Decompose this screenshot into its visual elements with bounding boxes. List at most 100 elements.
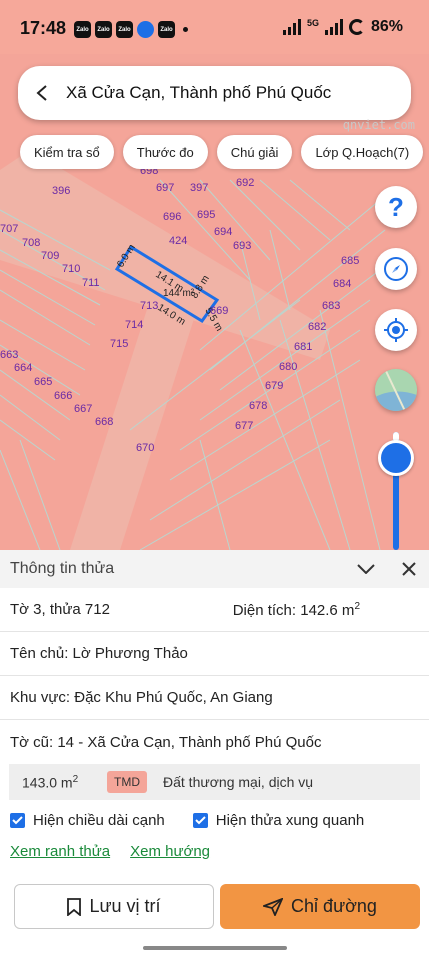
check-certificate-chip[interactable]: Kiểm tra sổ — [20, 135, 114, 169]
old-sheet-row: Tờ cũ: 14 - Xã Cửa Cạn, Thành phố Phú Qu… — [0, 720, 429, 764]
parcel-number: 397 — [190, 182, 208, 194]
location-title: Xã Cửa Cạn, Thành phố Phú Quốc — [66, 83, 332, 102]
legend-chip[interactable]: Chú giải — [216, 135, 293, 169]
parcel-number: 682 — [308, 321, 326, 333]
parcel-number: 696 — [163, 211, 181, 223]
status-time: 17:48 — [20, 18, 67, 38]
map-tool-chips: Kiểm tra sổ Thước đo Chú giải Lớp Q.Hoạc… — [20, 135, 424, 169]
parcel-number: 670 — [136, 442, 154, 454]
parcel-number: 714 — [125, 319, 143, 331]
directions-label: Chỉ đường — [291, 896, 377, 916]
chevron-down-icon — [357, 564, 375, 574]
parcel-number: 677 — [235, 420, 253, 432]
parcel-number: 713 — [140, 300, 158, 312]
battery-level: 86% — [370, 18, 403, 35]
zalo-icon: Zalo — [116, 21, 133, 38]
sheet-plot-row: Tờ 3, thửa 712 Diện tích: 142.6 m2 — [0, 588, 429, 632]
bookmark-icon — [67, 897, 82, 916]
parcel-number: 667 — [74, 403, 92, 415]
action-buttons: Lưu vị trí Chỉ đường — [14, 884, 420, 929]
parcel-number: 697 — [156, 182, 174, 194]
map-road-2 — [70, 300, 200, 550]
watermark: qnviet.com — [342, 118, 415, 132]
parcel-number: 665 — [34, 376, 52, 388]
land-use-area: 143.0 m2 — [22, 773, 79, 791]
show-edge-length-label[interactable]: Hiện chiều dài cạnh — [33, 812, 165, 829]
show-surrounding-checkbox[interactable] — [192, 813, 208, 828]
collapse-button[interactable] — [355, 558, 377, 580]
my-location-button[interactable] — [375, 309, 417, 351]
sheet-plot: Tờ 3, thửa 712 — [10, 601, 110, 618]
parcel-number: 711 — [82, 277, 100, 289]
parcel-number: 709 — [41, 250, 59, 262]
parcel-number: 710 — [62, 263, 80, 275]
parcel-number: 663 — [0, 349, 18, 361]
planning-layer-chip[interactable]: Lớp Q.Hoạch(7) — [301, 135, 424, 169]
map-layer-button[interactable] — [375, 369, 417, 411]
panel-links: Xem ranh thửa Xem hướng — [0, 829, 429, 860]
old-sheet: Tờ cũ: 14 - Xã Cửa Cạn, Thành phố Phú Qu… — [10, 733, 322, 751]
parcel-number: 669 — [210, 305, 228, 317]
parcel-number: 715 — [110, 338, 128, 350]
parcel-number: 694 — [214, 226, 232, 238]
help-button[interactable]: ? — [375, 186, 417, 228]
parcel-number: 679 — [265, 380, 283, 392]
check-icon — [12, 816, 23, 825]
location-target-icon — [384, 318, 408, 342]
help-icon: ? — [388, 191, 404, 222]
parcel-number: 695 — [197, 209, 215, 221]
messenger-icon — [137, 21, 154, 38]
view-boundary-link[interactable]: Xem ranh thửa — [10, 843, 110, 860]
parcel-number: 680 — [279, 361, 297, 373]
opacity-slider-thumb[interactable] — [378, 440, 414, 476]
status-bar: 17:48 Zalo Zalo Zalo Zalo 5G 86% — [0, 0, 429, 54]
zalo-icon: Zalo — [74, 21, 91, 38]
send-icon — [263, 897, 284, 916]
satellite-layer-icon — [375, 369, 417, 411]
area-value: Diện tích: 142.6 m2 — [232, 600, 360, 619]
zalo-icon: Zalo — [95, 21, 112, 38]
compass-button[interactable] — [375, 248, 417, 290]
location-search-bar[interactable]: Xã Cửa Cạn, Thành phố Phú Quốc — [18, 66, 411, 120]
land-use-code-badge: TMD — [107, 771, 147, 793]
parcel-number: 424 — [169, 235, 187, 247]
parcel-number: 666 — [54, 390, 72, 402]
parcel-number: 668 — [95, 416, 113, 428]
show-edge-length-checkbox[interactable] — [10, 813, 25, 828]
parcel-number: 684 — [333, 278, 351, 290]
notification-icons: Zalo Zalo Zalo Zalo — [74, 21, 188, 38]
parcel-number: 693 — [233, 240, 251, 252]
save-location-button[interactable]: Lưu vị trí — [14, 884, 214, 929]
home-indicator[interactable] — [143, 946, 287, 950]
more-notifications-icon — [183, 27, 188, 32]
owner-row: Tên chủ: Lờ Phương Thảo — [0, 632, 429, 676]
save-location-label: Lưu vị trí — [89, 896, 161, 916]
parcel-number: 708 — [22, 237, 40, 249]
network-type: 5G — [306, 18, 319, 28]
parcel-number: 664 — [14, 362, 32, 374]
land-use-description: Đất thương mại, dịch vụ — [163, 774, 314, 790]
panel-title: Thông tin thửa — [10, 560, 115, 577]
parcel-number: 692 — [236, 177, 254, 189]
display-options: Hiện chiều dài cạnh Hiện thửa xung quanh — [0, 800, 429, 829]
close-button[interactable] — [398, 558, 420, 580]
panel-header: Thông tin thửa — [0, 550, 429, 588]
measure-chip[interactable]: Thước đo — [122, 135, 208, 169]
parcel-number: 678 — [249, 400, 267, 412]
parcel-number: 683 — [322, 300, 340, 312]
battery-icon — [348, 19, 365, 35]
back-button[interactable] — [18, 66, 66, 120]
signal-icon-2 — [324, 19, 343, 35]
show-surrounding-label[interactable]: Hiện thửa xung quanh — [216, 812, 364, 829]
view-direction-link[interactable]: Xem hướng — [130, 843, 210, 860]
directions-button[interactable]: Chỉ đường — [220, 884, 420, 929]
parcel-number: 685 — [341, 255, 359, 267]
parcel-number: 396 — [52, 185, 70, 197]
parcel-number: 681 — [294, 341, 312, 353]
zalo-icon: Zalo — [158, 21, 175, 38]
region-row: Khu vực: Đặc Khu Phú Quốc, An Giang — [0, 676, 429, 720]
parcel-info-panel: Thông tin thửa Tờ 3, thửa 712 Diện tích:… — [0, 550, 429, 960]
check-icon — [195, 816, 206, 825]
signal-icon — [282, 19, 301, 35]
land-use-row: 143.0 m2 TMD Đất thương mại, dịch vụ — [9, 764, 420, 800]
